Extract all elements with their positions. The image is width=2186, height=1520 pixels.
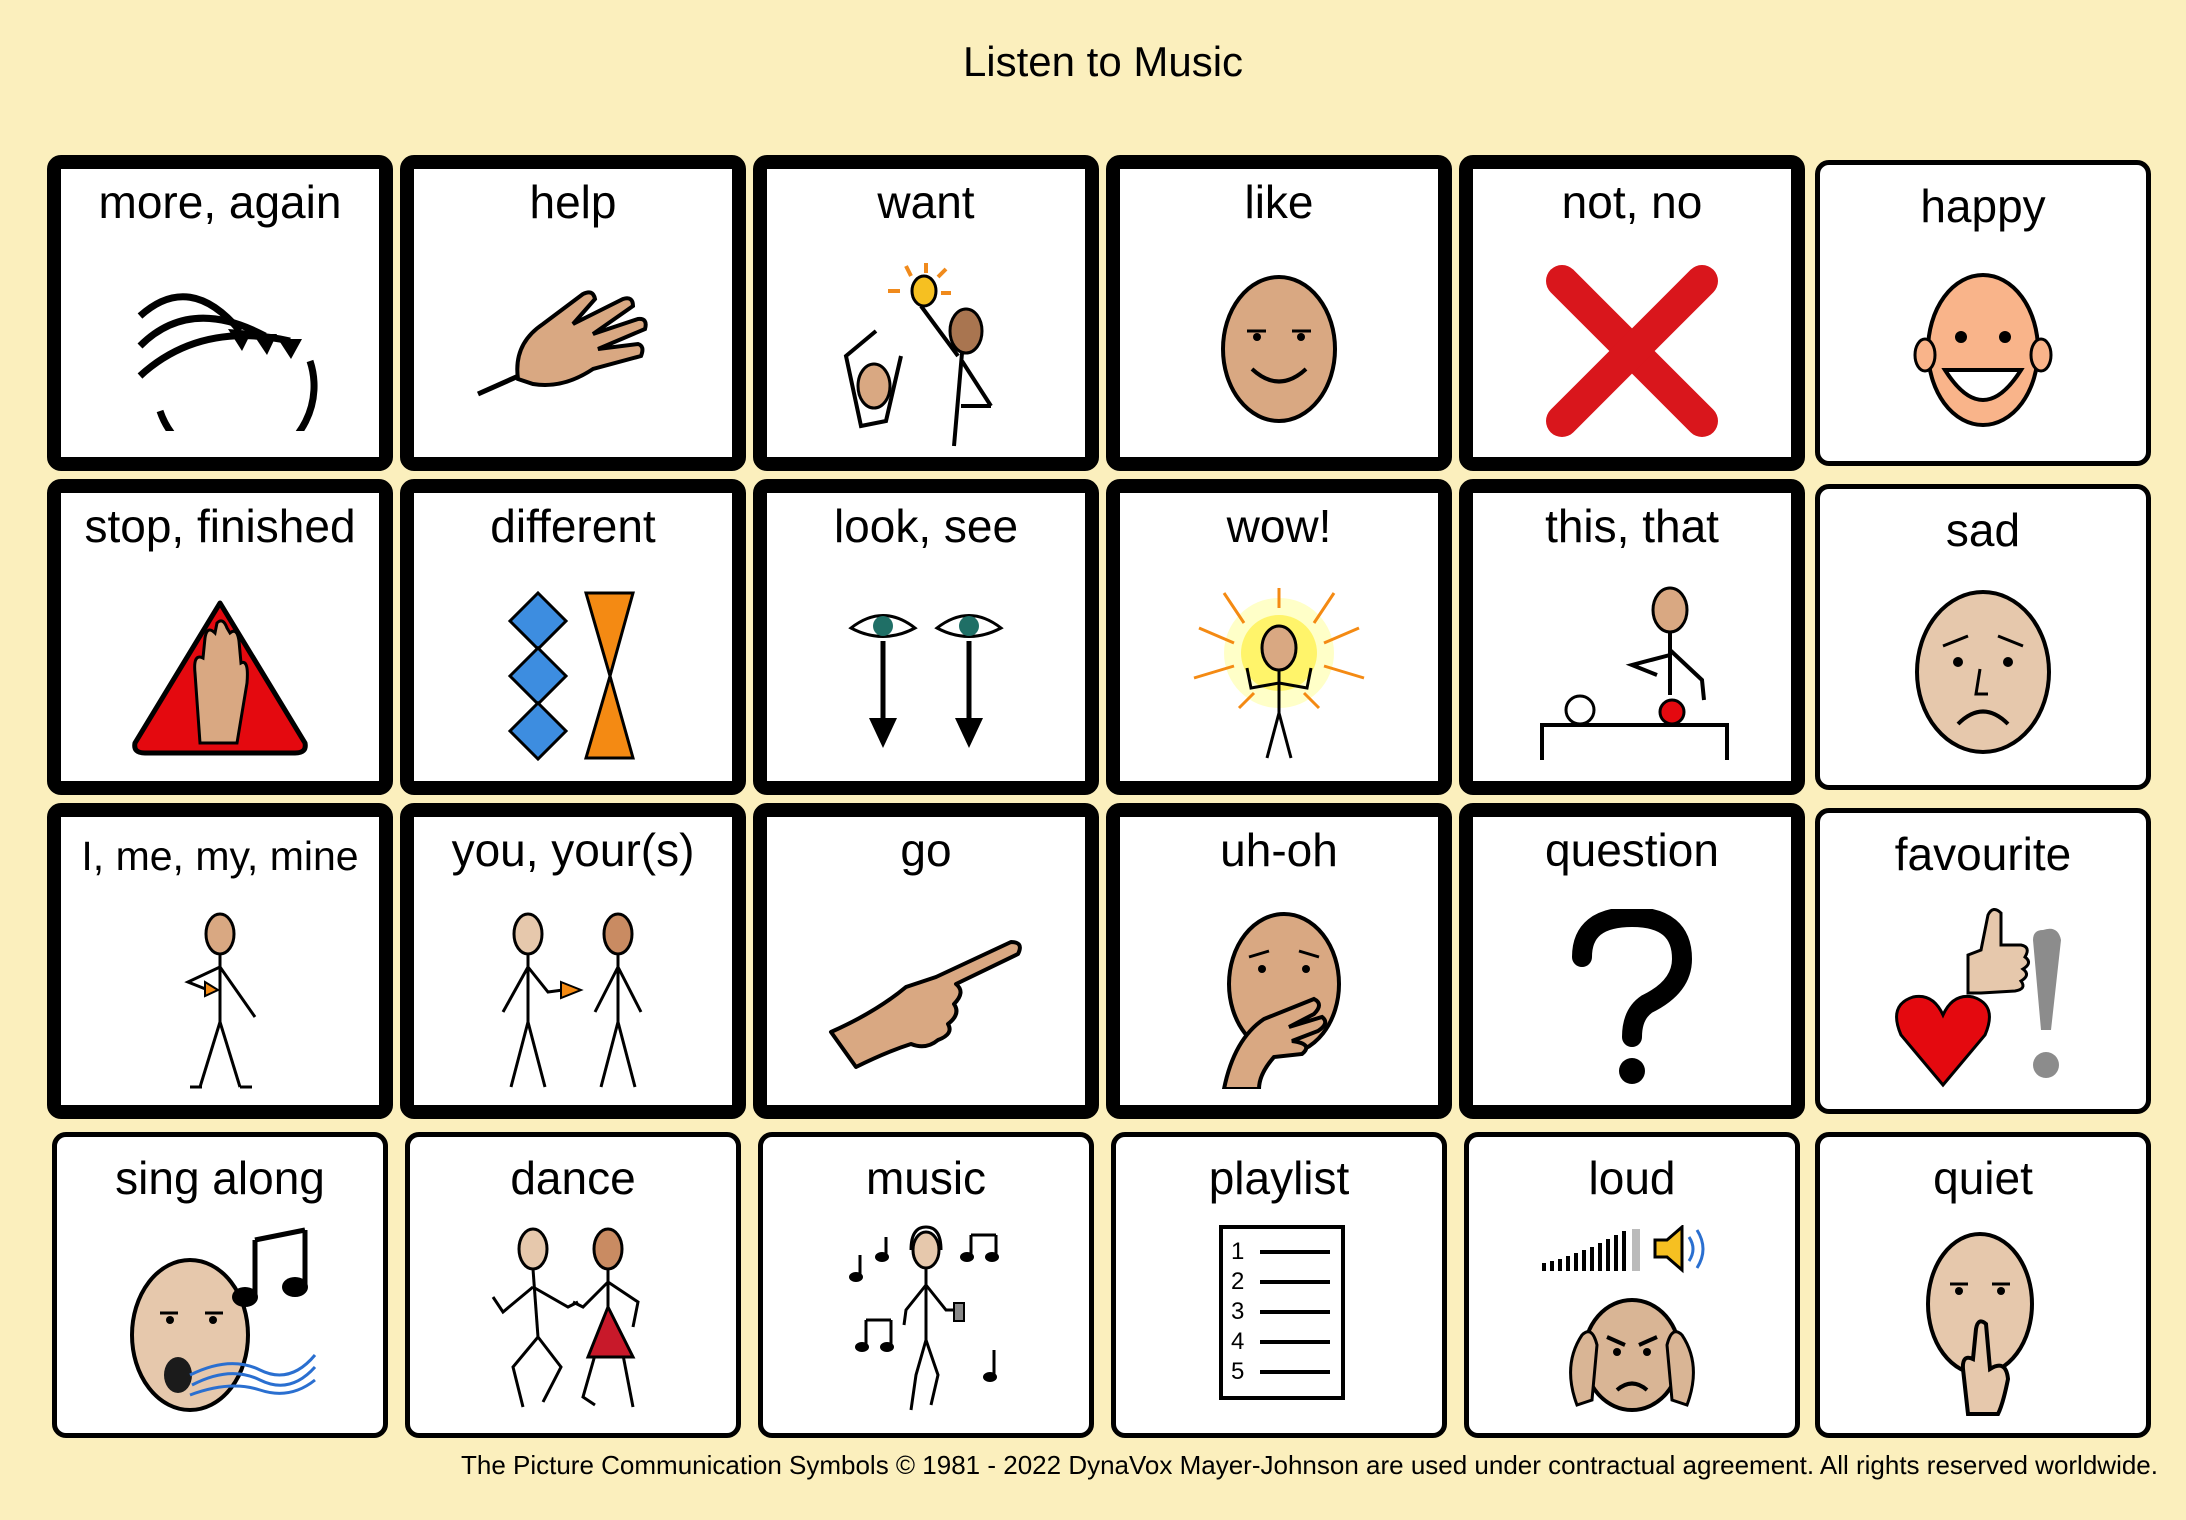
sad-face-icon	[1915, 590, 2051, 754]
list-item: 2	[1231, 1267, 1244, 1297]
cell-this-that[interactable]: this, that	[1459, 479, 1805, 795]
cell-help[interactable]: help	[400, 155, 746, 471]
cell-label: this, that	[1545, 500, 1719, 552]
pointing-at-other-icon	[501, 912, 643, 1088]
cell-loud[interactable]: loud	[1464, 1132, 1800, 1438]
cell-label: different	[490, 500, 656, 552]
cell-sad[interactable]: sad	[1815, 484, 2151, 790]
stop-sign-hand-icon	[132, 600, 308, 756]
music-listener-icon	[849, 1225, 999, 1411]
cell-label: happy	[1920, 180, 2046, 232]
cell-label: wow!	[1226, 500, 1332, 552]
pointing-at-table-icon	[1540, 586, 1729, 760]
dancing-figures-icon	[491, 1227, 640, 1408]
cell-different[interactable]: different	[400, 479, 746, 795]
list-lines	[1260, 1250, 1330, 1374]
list-number: 1	[1231, 1238, 1245, 1265]
pointing-hand-icon	[829, 940, 1022, 1069]
cell-label: loud	[1588, 1152, 1676, 1204]
different-shapes-icon	[507, 590, 635, 762]
cell-label: dance	[510, 1152, 636, 1204]
cell-look-see[interactable]: look, see	[753, 479, 1099, 795]
cell-label: music	[865, 1152, 987, 1204]
cell-dance[interactable]: dance	[405, 1132, 741, 1438]
cell-you-yours[interactable]: you, your(s)	[400, 803, 746, 1119]
list-number: 3	[1231, 1298, 1245, 1325]
cell-label: sad	[1945, 504, 2021, 556]
list-item: 5	[1231, 1357, 1244, 1387]
cell-label: uh-oh	[1220, 824, 1338, 876]
cell-like[interactable]: like	[1106, 155, 1452, 471]
cell-not-no[interactable]: not, no	[1459, 155, 1805, 471]
want-figures-icon	[843, 263, 993, 447]
cell-label: go	[900, 824, 952, 876]
cell-sing-along[interactable]: sing along	[52, 1132, 388, 1438]
cell-label: I, me, my, mine	[81, 833, 359, 879]
heart-thumbs-up-icon	[1895, 908, 2061, 1088]
cell-label: favourite	[1894, 828, 2072, 880]
cell-label: sing along	[115, 1152, 325, 1204]
list-item: 3	[1231, 1297, 1244, 1327]
copyright-footer: The Picture Communication Symbols © 1981…	[460, 1450, 2158, 1480]
cell-playlist[interactable]: playlist 1 2 3 4 5	[1111, 1132, 1447, 1438]
cell-more-again[interactable]: more, again	[47, 155, 393, 471]
singing-face-notes-icon	[130, 1227, 317, 1412]
cell-stop-finished[interactable]: stop, finished	[47, 479, 393, 795]
like-face-icon	[1221, 275, 1337, 423]
more-again-arrows-icon	[137, 293, 318, 431]
list-number: 4	[1231, 1328, 1245, 1355]
happy-face-icon	[1913, 273, 2053, 427]
red-x-icon	[1546, 265, 1718, 437]
cell-i-me-my-mine[interactable]: I, me, my, mine	[47, 803, 393, 1119]
cell-wow[interactable]: wow!	[1106, 479, 1452, 795]
eyes-arrows-icon	[848, 614, 1004, 748]
cell-uh-oh[interactable]: uh-oh	[1106, 803, 1452, 1119]
cell-label: question	[1545, 824, 1719, 876]
cell-label: you, your(s)	[451, 824, 695, 876]
uh-oh-face-icon	[1221, 912, 1341, 1089]
numbered-list-icon: 1 2 3 4 5	[1219, 1225, 1345, 1400]
list-item: 1	[1231, 1237, 1244, 1267]
cell-label: stop, finished	[84, 500, 356, 552]
loud-volume-face-icon	[1542, 1225, 1705, 1412]
cell-question[interactable]: question	[1459, 803, 1805, 1119]
cell-label: like	[1244, 176, 1314, 228]
list-number: 5	[1231, 1358, 1245, 1385]
cell-quiet[interactable]: quiet	[1815, 1132, 2151, 1438]
question-mark-icon	[1572, 909, 1693, 1084]
cell-want[interactable]: want	[753, 155, 1099, 471]
shush-face-icon	[1926, 1232, 2034, 1416]
cell-label: playlist	[1208, 1152, 1350, 1204]
cell-label: help	[529, 176, 617, 228]
list-item: 4	[1231, 1327, 1244, 1357]
cell-go[interactable]: go	[753, 803, 1099, 1119]
cell-happy[interactable]: happy	[1815, 160, 2151, 466]
cell-label: not, no	[1561, 176, 1703, 228]
wow-figure-icon	[1193, 588, 1365, 759]
cell-favourite[interactable]: favourite	[1815, 808, 2151, 1114]
help-hand-icon	[476, 290, 648, 397]
cell-label: quiet	[1933, 1152, 2033, 1204]
self-pointing-figure-icon	[184, 912, 257, 1089]
cell-label: more, again	[98, 176, 342, 228]
cell-music[interactable]: music	[758, 1132, 1094, 1438]
list-number: 2	[1231, 1268, 1245, 1295]
symbol-board: more, again help want like not, no happy…	[0, 0, 2186, 1520]
cell-label: want	[877, 176, 975, 228]
cell-label: look, see	[833, 500, 1019, 552]
